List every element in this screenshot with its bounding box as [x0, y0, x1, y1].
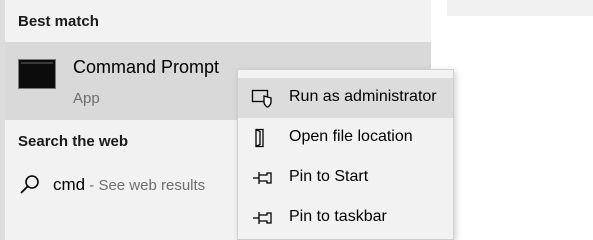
menu-item-pin-to-start[interactable]: Pin to Start — [238, 158, 453, 198]
pin-icon — [253, 212, 272, 224]
menu-item-pin-to-taskbar[interactable]: Pin to taskbar — [238, 198, 453, 238]
menu-label: Run as administrator — [289, 88, 437, 105]
preview-panel — [431, 0, 593, 240]
app-name: Command Prompt — [73, 57, 220, 77]
menu-label: Pin to Start — [289, 168, 369, 185]
app-type: App — [73, 90, 100, 107]
context-menu: Run as administrator Open file location … — [237, 69, 454, 240]
menu-label: Open file location — [289, 128, 413, 145]
menu-label: Pin to taskbar — [289, 208, 387, 225]
menu-item-run-as-administrator[interactable]: Run as administrator — [238, 78, 453, 118]
shield-icon — [251, 89, 272, 108]
pin-icon — [253, 172, 272, 184]
best-match-header: Best match — [18, 13, 99, 30]
web-results-suffix: - See web results — [85, 177, 206, 194]
search-icon — [20, 175, 39, 194]
file-location-icon — [255, 128, 264, 148]
command-prompt-icon — [18, 59, 56, 89]
web-query-text: cmd — [53, 175, 86, 194]
search-web-header: Search the web — [18, 133, 129, 150]
preview-top-strip — [447, 0, 593, 16]
menu-item-open-file-location[interactable]: Open file location — [238, 118, 453, 158]
